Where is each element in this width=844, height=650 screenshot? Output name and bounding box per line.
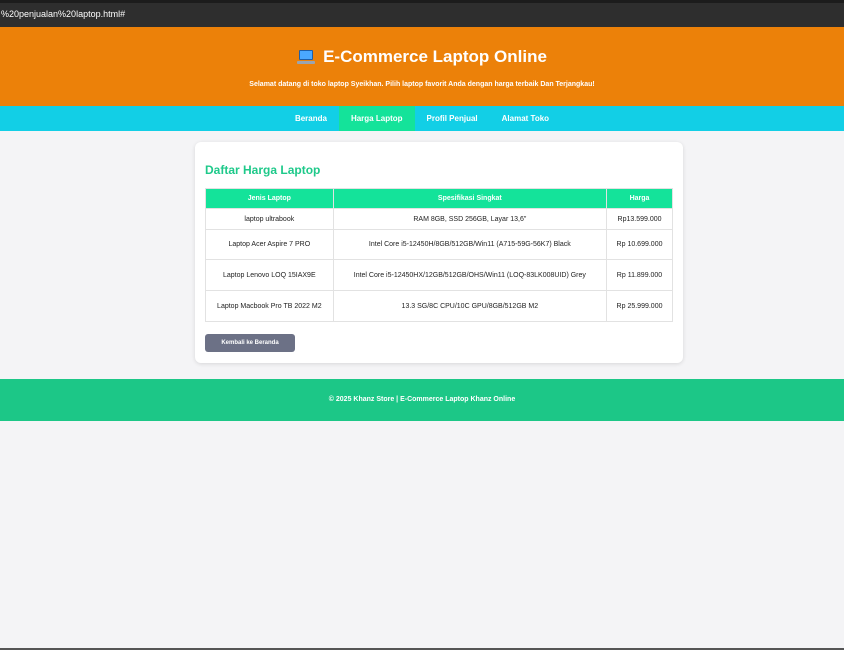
table-row: Laptop Lenovo LOQ 15IAX9E Intel Core i5-…: [205, 259, 673, 291]
footer-text: © 2025 Khanz Store | E-Commerce Laptop K…: [328, 396, 516, 403]
nav-item-beranda[interactable]: Beranda: [283, 106, 339, 131]
table-row: laptop ultrabook RAM 8GB, SSD 256GB, Lay…: [205, 208, 673, 230]
laptop-name-cell: laptop ultrabook: [205, 208, 334, 230]
laptop-spec-cell: Intel Core i5-12450H/8GB/512GB/Win11 (A7…: [332, 229, 608, 260]
laptop-spec-cell: RAM 8GB, SSD 256GB, Layar 13,6": [332, 208, 608, 230]
laptop-icon: [297, 49, 316, 65]
table-header-row: Jenis Laptop Spesifikasi Singkat Harga: [205, 188, 673, 209]
laptop-name-cell: Laptop Acer Aspire 7 PRO: [205, 229, 334, 260]
column-header: Spesifikasi Singkat: [332, 188, 608, 209]
laptop-spec-cell: 13.3 SG/8C CPU/10C GPU/8GB/512GB M2: [332, 290, 608, 322]
table-row: Laptop Macbook Pro TB 2022 M2 13.3 SG/8C…: [205, 290, 673, 322]
nav-item-harga-laptop[interactable]: Harga Laptop: [338, 106, 415, 131]
site-footer: © 2025 Khanz Store | E-Commerce Laptop K…: [0, 379, 844, 421]
site-header: E-Commerce Laptop Online Selamat datang …: [0, 27, 844, 106]
section-title: Daftar Harga Laptop: [205, 163, 321, 177]
column-header: Jenis Laptop: [205, 188, 334, 209]
site-subtitle: Selamat datang di toko laptop Syeikhan. …: [249, 81, 595, 88]
table-row: Laptop Acer Aspire 7 PRO Intel Core i5-1…: [205, 229, 673, 260]
column-header: Harga: [606, 188, 673, 209]
header-title-row: E-Commerce Laptop Online: [0, 47, 844, 67]
laptop-name-cell: Laptop Macbook Pro TB 2022 M2: [205, 290, 334, 322]
browser-address-bar[interactable]: %20penjualan%20laptop.html#: [0, 0, 844, 27]
nav-item-profil-penjual[interactable]: Profil Penjual: [415, 106, 490, 131]
site-title: E-Commerce Laptop Online: [323, 47, 547, 66]
back-to-home-button[interactable]: Kembali ke Beranda: [205, 334, 295, 352]
main-nav: Beranda Harga Laptop Profil Penjual Alam…: [0, 106, 844, 131]
laptop-price-cell: Rp 10.699.000: [606, 229, 673, 260]
laptop-name-cell: Laptop Lenovo LOQ 15IAX9E: [205, 259, 334, 291]
laptop-spec-cell: Intel Core i5-12450HX/12GB/512GB/OHS/Win…: [332, 259, 608, 291]
laptop-price-cell: Rp13.599.000: [606, 208, 673, 230]
laptop-price-cell: Rp 11.899.000: [606, 259, 673, 291]
url-text[interactable]: %20penjualan%20laptop.html#: [1, 9, 125, 19]
nav-item-alamat-toko[interactable]: Alamat Toko: [490, 106, 561, 131]
laptop-price-cell: Rp 25.999.000: [606, 290, 673, 322]
price-list-card: Daftar Harga Laptop Jenis Laptop Spesifi…: [195, 142, 683, 363]
price-table: Jenis Laptop Spesifikasi Singkat Harga l…: [205, 188, 673, 322]
